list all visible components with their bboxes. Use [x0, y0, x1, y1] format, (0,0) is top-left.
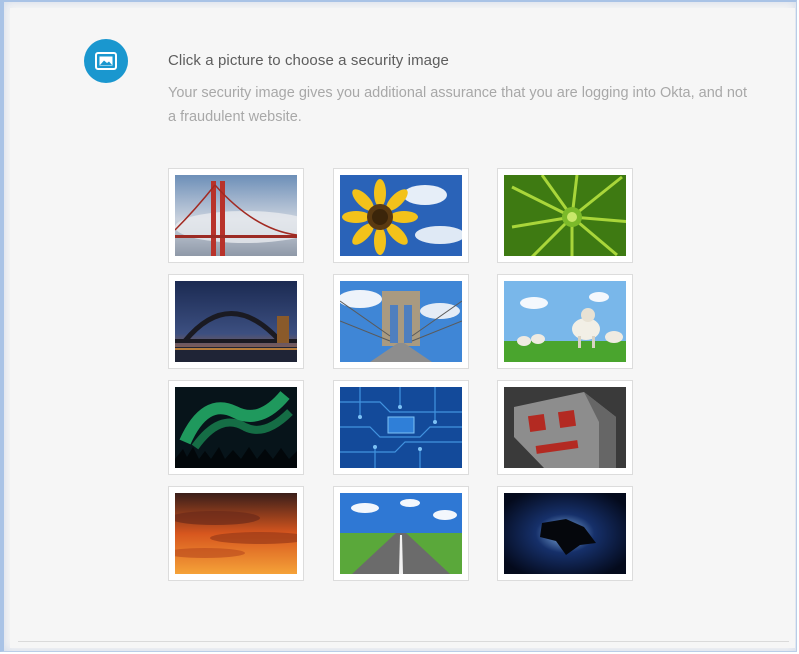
security-image-succulent[interactable] [497, 168, 633, 263]
security-image-sunflower[interactable] [333, 168, 469, 263]
image-icon [84, 39, 128, 83]
dialog-frame: Click a picture to choose a security ima… [0, 0, 797, 652]
security-image-brooklyn-bridge[interactable] [333, 274, 469, 369]
aurora-picture [175, 387, 297, 468]
security-image-golden-gate-bridge[interactable] [168, 168, 304, 263]
security-image-sheep[interactable] [497, 274, 633, 369]
security-image-aurora[interactable] [168, 380, 304, 475]
page-description: Your security image gives you additional… [168, 85, 748, 125]
security-image-space-shape[interactable] [497, 486, 633, 581]
space-shape-picture [504, 493, 626, 574]
security-image-grid [168, 168, 638, 582]
security-image-circuit-board[interactable] [333, 380, 469, 475]
robot-picture [504, 387, 626, 468]
sheep-picture [504, 281, 626, 362]
security-image-open-road[interactable] [333, 486, 469, 581]
brooklyn-bridge-picture [340, 281, 462, 362]
open-road-picture [340, 493, 462, 574]
security-image-robot[interactable] [497, 380, 633, 475]
sunflower-picture [340, 175, 462, 256]
security-image-sunset[interactable] [168, 486, 304, 581]
sunset-picture [175, 493, 297, 574]
circuit-board-picture [340, 387, 462, 468]
page-title: Click a picture to choose a security ima… [168, 52, 449, 69]
divider [18, 641, 789, 642]
succulent-picture [504, 175, 626, 256]
harbour-bridge-picture [175, 281, 297, 362]
golden-gate-bridge-picture [175, 175, 297, 256]
security-image-harbour-bridge[interactable] [168, 274, 304, 369]
